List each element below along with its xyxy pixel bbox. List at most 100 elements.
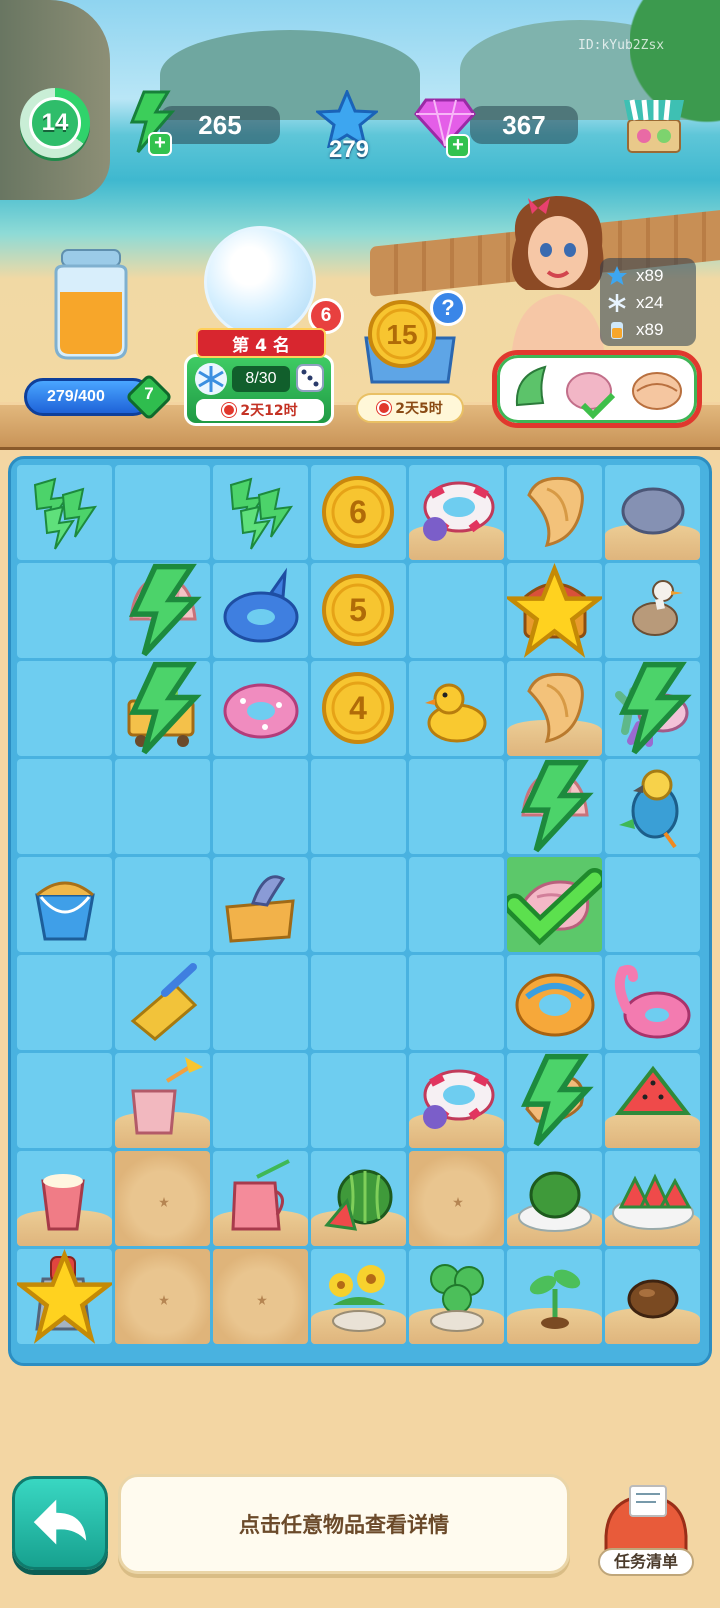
board-cell-conch-shell[interactable] bbox=[507, 465, 602, 560]
board-cell-coin-6[interactable]: 6 bbox=[311, 465, 406, 560]
board-cell-empty[interactable] bbox=[311, 1053, 406, 1148]
board-cell-empty[interactable] bbox=[311, 857, 406, 952]
board-cell-watermelon[interactable] bbox=[311, 1151, 406, 1246]
coin-help-button[interactable]: ? bbox=[430, 290, 466, 326]
board-cell-treasure-chest[interactable] bbox=[507, 563, 602, 658]
rank-timer: 2天12时 bbox=[196, 399, 324, 421]
board-cell-grey-stone[interactable] bbox=[605, 465, 700, 560]
board-cell-seed[interactable] bbox=[605, 1249, 700, 1344]
lightning-badge-icon bbox=[520, 759, 594, 853]
board-cell-sandal-box[interactable] bbox=[213, 857, 308, 952]
board-cell-scallop-shell[interactable] bbox=[115, 563, 210, 658]
board-cell-spiral-shell[interactable] bbox=[507, 857, 602, 952]
lightning-badge-icon bbox=[520, 1053, 594, 1147]
board-cell-sand[interactable] bbox=[213, 1249, 308, 1344]
board-cell-swim-ring[interactable] bbox=[409, 1053, 504, 1148]
lightning-badge-icon bbox=[128, 563, 202, 657]
board-cell-melon-platter[interactable] bbox=[605, 1151, 700, 1246]
coin-4-icon: 4 bbox=[322, 672, 394, 744]
order-items bbox=[515, 365, 682, 420]
board-cell-smoothie[interactable] bbox=[17, 1151, 112, 1246]
board-cell-swim-ring[interactable] bbox=[409, 465, 504, 560]
board-cell-melon-plate[interactable] bbox=[507, 1151, 602, 1246]
board-cell-sprout[interactable] bbox=[507, 1249, 602, 1344]
board-cell-conch-shell[interactable] bbox=[507, 661, 602, 756]
sprout-icon bbox=[529, 1269, 581, 1329]
board-cell-juicer[interactable] bbox=[17, 1249, 112, 1344]
reward-count: x24 bbox=[636, 292, 664, 312]
juice-jar-event[interactable] bbox=[48, 246, 134, 362]
board-cell-juice-jug[interactable] bbox=[213, 1151, 308, 1246]
board-cell-coral-shells[interactable] bbox=[605, 661, 700, 756]
board-cell-empty[interactable] bbox=[213, 1053, 308, 1148]
board-cell-empty[interactable] bbox=[213, 955, 308, 1050]
board-cell-seagull[interactable] bbox=[605, 563, 700, 658]
task-list-label[interactable]: 任务清单 bbox=[598, 1548, 694, 1576]
board-cell-dolphin-float[interactable] bbox=[213, 563, 308, 658]
merge-board: 6 5 4 bbox=[8, 456, 712, 1366]
gold-star-badge-icon bbox=[507, 563, 602, 658]
board-cell-sand-bucket[interactable] bbox=[17, 857, 112, 952]
board-cell-watermelon-slice[interactable] bbox=[605, 1053, 700, 1148]
board-cell-empty[interactable] bbox=[115, 857, 210, 952]
board-cell-scallop-shell[interactable] bbox=[507, 759, 602, 854]
coin-6-icon: 6 bbox=[322, 476, 394, 548]
board-cell-energy-bolts[interactable] bbox=[17, 465, 112, 560]
board-cell-fruit-cart[interactable] bbox=[115, 661, 210, 756]
board-cell-clover-pot[interactable] bbox=[409, 1249, 504, 1344]
board-cell-empty[interactable] bbox=[115, 759, 210, 854]
board-cell-shovel[interactable] bbox=[115, 955, 210, 1050]
snow-globe-event[interactable] bbox=[204, 226, 316, 338]
board-cell-empty[interactable] bbox=[213, 759, 308, 854]
board-cell-empty[interactable] bbox=[605, 857, 700, 952]
energy-counter: 265 bbox=[160, 106, 280, 144]
board-cell-flamingo-float[interactable] bbox=[605, 955, 700, 1050]
lightning-badge-icon bbox=[618, 661, 692, 755]
board-cell-empty[interactable] bbox=[17, 759, 112, 854]
shop-stall-icon[interactable] bbox=[622, 90, 686, 156]
board-cell-empty[interactable] bbox=[17, 563, 112, 658]
coin-box-value: 15 bbox=[386, 319, 417, 350]
board-cell-sand[interactable] bbox=[409, 1151, 504, 1246]
board-cell-empty[interactable] bbox=[409, 563, 504, 658]
rank-progress-value: 8/30 bbox=[232, 366, 290, 392]
board-cell-coin-5[interactable]: 5 bbox=[311, 563, 406, 658]
board-cell-coin-4[interactable]: 4 bbox=[311, 661, 406, 756]
board-cell-empty[interactable] bbox=[311, 955, 406, 1050]
board-cell-orange-donut-float[interactable] bbox=[507, 955, 602, 1050]
board-cell-empty[interactable] bbox=[17, 661, 112, 756]
star-counter: 279 bbox=[328, 136, 370, 163]
sand-bucket-icon bbox=[35, 881, 95, 941]
add-gems-button[interactable]: + bbox=[446, 134, 470, 158]
board-cell-donut-float[interactable] bbox=[213, 661, 308, 756]
watermelon-slice-icon bbox=[614, 1065, 692, 1115]
order-request-box[interactable] bbox=[492, 350, 702, 428]
player-id-watermark: ID:kYub2Zsx bbox=[578, 38, 665, 53]
item-hint-box: 点击任意物品查看详情 bbox=[118, 1474, 570, 1574]
board-cell-empty[interactable] bbox=[115, 465, 210, 560]
board-cell-flower-pot[interactable] bbox=[311, 1249, 406, 1344]
board-cell-empty[interactable] bbox=[17, 1053, 112, 1148]
board-cell-parrot[interactable] bbox=[605, 759, 700, 854]
juice-icon bbox=[611, 321, 623, 339]
lightning-badge-icon bbox=[128, 661, 202, 755]
board-cell-empty[interactable] bbox=[409, 759, 504, 854]
reward-row: x24 bbox=[606, 289, 690, 316]
board-cell-sand[interactable] bbox=[115, 1151, 210, 1246]
coin-timer: 2天5时 bbox=[356, 393, 464, 423]
board-cell-empty[interactable] bbox=[409, 857, 504, 952]
energy-bolts-icon bbox=[229, 477, 294, 550]
board-cell-watermelon-drink[interactable] bbox=[115, 1053, 210, 1148]
add-energy-button[interactable]: + bbox=[148, 132, 172, 156]
character-girl bbox=[511, 196, 604, 350]
board-cell-empty[interactable] bbox=[311, 759, 406, 854]
board-cell-small-shell[interactable] bbox=[507, 1053, 602, 1148]
player-level-badge[interactable]: 14 bbox=[20, 88, 90, 158]
back-button[interactable] bbox=[12, 1476, 108, 1570]
board-cell-rubber-duck[interactable] bbox=[409, 661, 504, 756]
board-cell-empty[interactable] bbox=[409, 955, 504, 1050]
board-cell-energy-bolts[interactable] bbox=[213, 465, 308, 560]
board-cell-sand[interactable] bbox=[115, 1249, 210, 1344]
board-cell-empty[interactable] bbox=[17, 955, 112, 1050]
clover-pot-icon bbox=[430, 1264, 484, 1332]
